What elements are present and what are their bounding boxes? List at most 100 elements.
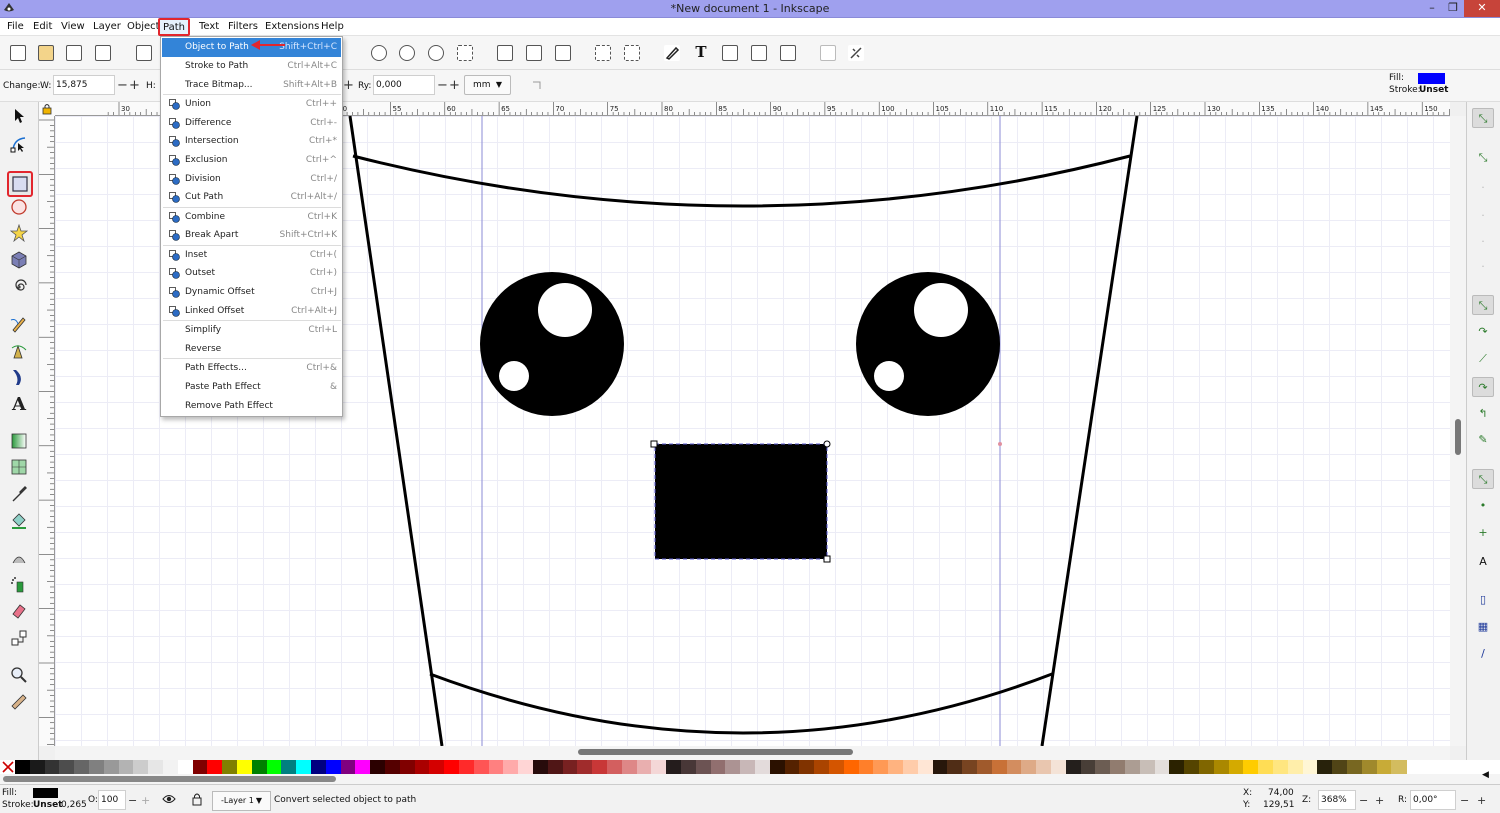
snap-bbox-edge-icon[interactable]: · [1472, 178, 1494, 198]
palette-swatch[interactable] [370, 760, 386, 774]
palette-swatch[interactable] [1287, 760, 1304, 774]
palette-swatch[interactable] [991, 760, 1008, 774]
palette-swatch[interactable] [237, 760, 253, 774]
palette-swatch[interactable] [932, 760, 948, 774]
palette-swatch[interactable] [1006, 760, 1022, 774]
palette-swatch[interactable] [1302, 760, 1318, 774]
palette-swatch[interactable] [873, 760, 889, 774]
unlink-clone-icon[interactable] [555, 45, 571, 61]
rotation-decrement-button[interactable]: − [1460, 794, 1469, 807]
palette-swatch[interactable] [518, 760, 534, 774]
palette-swatch[interactable] [1095, 760, 1111, 774]
menu-item-linked-offset[interactable]: Linked Offset Ctrl+Alt+J [162, 302, 341, 321]
zoom-drawing-icon[interactable] [399, 45, 415, 61]
zoom-increment-button[interactable]: + [1375, 794, 1384, 807]
palette-swatch[interactable] [399, 760, 416, 774]
menu-help[interactable]: Help [321, 21, 344, 32]
snap-guide-icon[interactable]: / [1472, 644, 1494, 664]
palette-swatch[interactable] [251, 760, 268, 774]
zoom-tool[interactable] [9, 666, 29, 686]
menu-filters[interactable]: Filters [228, 21, 258, 32]
snap-smooth-icon[interactable]: ↰ [1472, 404, 1494, 424]
palette-swatch[interactable] [1036, 760, 1052, 774]
palette-swatch[interactable] [681, 760, 697, 774]
palette-swatch[interactable] [148, 760, 164, 774]
pencil-tool[interactable] [9, 315, 29, 335]
palette-swatch[interactable] [1110, 760, 1126, 774]
palette-swatch[interactable] [755, 760, 771, 774]
palette-swatch[interactable] [547, 760, 564, 774]
opacity-increment-button[interactable]: + [141, 794, 150, 807]
unit-select[interactable]: mm ▼ [464, 75, 511, 95]
menu-item-simplify[interactable]: Simplify Ctrl+L [162, 321, 341, 340]
palette-swatch[interactable] [607, 760, 623, 774]
palette-swatch[interactable] [1065, 760, 1082, 774]
ry-decrement-button[interactable]: − [437, 79, 448, 92]
menu-path[interactable]: Path [158, 18, 190, 36]
menu-object[interactable]: Object [127, 21, 160, 32]
right-eye-highlight-small[interactable] [874, 361, 904, 391]
palette-swatch[interactable] [1021, 760, 1037, 774]
palette-swatch[interactable] [710, 760, 726, 774]
cup-bottom-curve[interactable] [429, 672, 1053, 735]
close-icon[interactable]: ✕ [1464, 0, 1500, 17]
palette-swatch[interactable] [562, 760, 578, 774]
maximize-icon[interactable]: ❐ [1443, 0, 1463, 17]
palette-swatch[interactable] [414, 760, 430, 774]
palette-swatch[interactable] [858, 760, 874, 774]
selector-tool[interactable] [9, 108, 29, 128]
snap-page-border-icon[interactable]: ▯ [1472, 590, 1494, 610]
snap-nodes-icon[interactable]: ⤡ [1472, 295, 1494, 315]
palette-swatch[interactable] [651, 760, 667, 774]
spray-tool[interactable] [9, 576, 29, 596]
cup-left-side[interactable] [348, 116, 444, 746]
fill-color-swatch[interactable] [1418, 73, 1445, 84]
palette-swatch[interactable] [340, 760, 356, 774]
snap-enable-icon[interactable]: ⤡ [1472, 108, 1494, 128]
menu-item-combine[interactable]: Combine Ctrl+K [162, 208, 341, 227]
menu-edit[interactable]: Edit [33, 21, 52, 32]
xml-editor-icon[interactable] [751, 45, 767, 61]
no-paint-swatch[interactable] [2, 761, 14, 773]
corner-handle[interactable] [823, 555, 831, 563]
minimize-icon[interactable]: – [1422, 0, 1442, 17]
rx-increment-button[interactable]: + [343, 79, 354, 92]
ungroup-icon[interactable] [624, 45, 640, 61]
palette-swatch[interactable] [977, 760, 993, 774]
clone-icon[interactable] [526, 45, 542, 61]
palette-swatch[interactable] [636, 760, 652, 774]
palette-swatch[interactable] [74, 760, 90, 774]
menu-file[interactable]: File [7, 21, 24, 32]
palette-swatch[interactable] [488, 760, 504, 774]
palette-scrollbar[interactable]: ◀ [0, 770, 1500, 784]
palette-swatch[interactable] [311, 760, 327, 774]
calligraphy-tool[interactable] [9, 368, 29, 388]
snap-bbox-midpoint-icon[interactable]: · [1472, 232, 1494, 252]
snap-bbox-center-icon[interactable]: · [1472, 257, 1494, 277]
palette-swatch[interactable] [1080, 760, 1096, 774]
snap-line-midpoint-icon[interactable]: ✎ [1472, 430, 1494, 450]
palette-swatch[interactable] [1347, 760, 1363, 774]
corner-handle[interactable] [823, 440, 831, 448]
ry-input[interactable]: 0,000 [373, 75, 435, 95]
palette-swatch[interactable] [429, 760, 445, 774]
layers-icon[interactable] [722, 45, 738, 61]
palette-swatch[interactable] [207, 760, 223, 774]
palette-swatch[interactable] [281, 760, 297, 774]
palette-swatch[interactable] [296, 760, 312, 774]
palette-swatch[interactable] [621, 760, 638, 774]
snap-text-baseline-icon[interactable]: A [1472, 552, 1494, 572]
document-properties-icon[interactable] [848, 45, 864, 61]
palette-swatch[interactable] [888, 760, 904, 774]
rotation-input[interactable]: 0,00° [1410, 790, 1456, 810]
palette-swatch[interactable] [59, 760, 75, 774]
mouth-rectangle[interactable] [655, 444, 827, 559]
palette-swatch[interactable] [1184, 760, 1200, 774]
palette-swatch[interactable] [1051, 760, 1067, 774]
snap-bbox-icon[interactable]: ⤡ [1472, 148, 1494, 168]
palette-swatch[interactable] [903, 760, 919, 774]
ry-increment-button[interactable]: + [449, 79, 460, 92]
menu-item-break-apart[interactable]: Break Apart Shift+Ctrl+K [162, 226, 341, 245]
width-input[interactable]: 15,875 [53, 75, 115, 95]
snap-object-center-icon[interactable]: • [1472, 496, 1494, 516]
